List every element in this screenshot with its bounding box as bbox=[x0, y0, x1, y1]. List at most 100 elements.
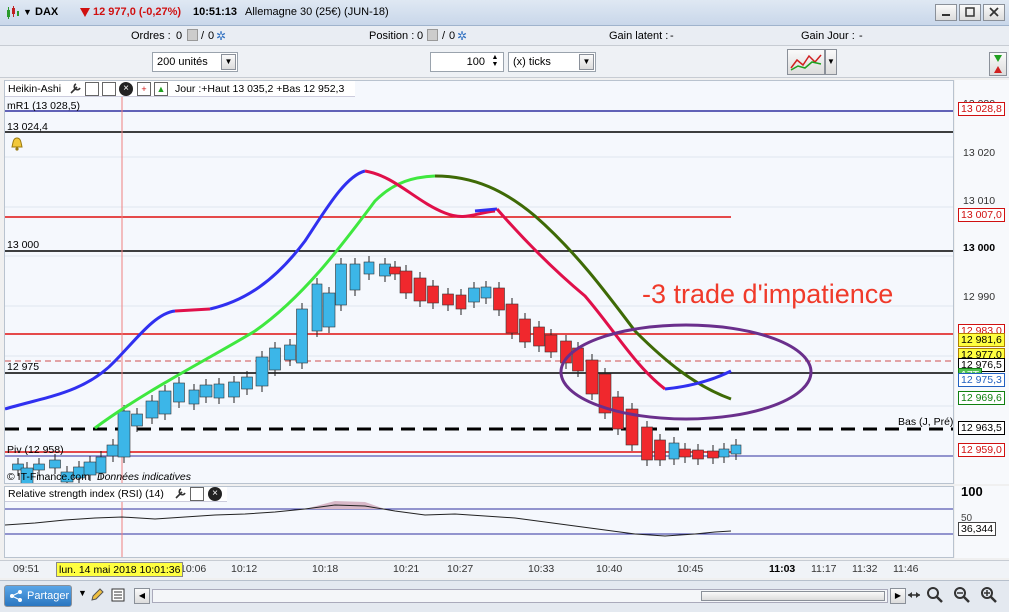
zoom-out-icon[interactable] bbox=[953, 586, 971, 607]
units-value: 200 unités bbox=[157, 56, 208, 68]
arrow-up-icon[interactable]: ▲ bbox=[154, 82, 168, 96]
gear-icon[interactable]: ✲ bbox=[457, 29, 467, 43]
price-tag: 12 969,6 bbox=[958, 391, 1005, 405]
time-axis[interactable]: 09:51 10:06 10:12 10:18 10:21 10:27 10:3… bbox=[0, 560, 1009, 578]
units-select[interactable]: 200 unités ▼ bbox=[152, 52, 238, 72]
fast-ma-up-3 bbox=[474, 207, 498, 213]
candle-body bbox=[173, 382, 185, 403]
fast-ma-up-1 bbox=[5, 309, 176, 411]
position-label: Position : bbox=[369, 30, 415, 42]
x-tick: 10:45 bbox=[677, 563, 704, 575]
order-info-bar: Ordres : 0 / 0 ✲ Position : 0 / 0 ✲ Gain… bbox=[0, 26, 1009, 46]
position-separator: / bbox=[442, 30, 446, 42]
level-12975-label: 12 975 bbox=[7, 361, 40, 373]
pivot-label: Piv (12 958) bbox=[7, 444, 64, 456]
candle-body bbox=[455, 294, 467, 310]
chart-type-label: Heikin-Ashi bbox=[8, 83, 62, 95]
price-tag: 13 007,0 bbox=[958, 208, 1005, 222]
instrument-name[interactable]: DAX bbox=[35, 6, 58, 18]
candle-body bbox=[480, 286, 492, 299]
minimize-button[interactable] bbox=[935, 4, 957, 21]
level-13000-label: 13 000 bbox=[7, 239, 40, 251]
y-tick: 13 020 bbox=[963, 147, 996, 159]
orders-value-2: 0 bbox=[208, 30, 215, 42]
candle-body bbox=[284, 344, 296, 361]
pen-icon[interactable] bbox=[89, 587, 105, 606]
candle-body bbox=[213, 383, 225, 399]
rsi-panel[interactable]: Relative strength index (RSI) (14) × bbox=[4, 486, 954, 558]
latent-gain-label: Gain latent : bbox=[609, 30, 669, 42]
candle-body bbox=[692, 449, 704, 460]
close-button[interactable] bbox=[983, 4, 1005, 21]
bell-icon[interactable] bbox=[9, 136, 25, 155]
remove-icon[interactable]: × bbox=[208, 487, 222, 501]
candle-body bbox=[228, 381, 240, 398]
down-arrow-icon bbox=[80, 6, 90, 21]
list-icon[interactable] bbox=[110, 587, 126, 606]
scroll-right-button[interactable]: ▶ bbox=[890, 588, 906, 604]
price-tag: 13 028,8 bbox=[958, 102, 1005, 116]
rsi-line bbox=[5, 504, 732, 537]
window-icon[interactable] bbox=[190, 487, 204, 501]
candle-body bbox=[533, 326, 545, 347]
candle-body bbox=[131, 413, 143, 427]
zoom-icon[interactable] bbox=[926, 586, 944, 607]
chevron-down-icon[interactable]: ▼ bbox=[579, 54, 594, 70]
y-tick: 12 990 bbox=[963, 291, 996, 303]
orders-separator: / bbox=[201, 30, 205, 42]
restore-icon[interactable] bbox=[102, 82, 116, 96]
scrollbar-thumb[interactable] bbox=[701, 591, 885, 601]
x-tick: 11:17 bbox=[811, 563, 837, 575]
indicator-chart-icon bbox=[788, 54, 824, 77]
scroll-left-button[interactable]: ◀ bbox=[134, 588, 150, 604]
candle-body bbox=[188, 389, 200, 405]
last-price: 12 977,0 (-0,27%) bbox=[93, 6, 182, 18]
remove-icon[interactable]: × bbox=[119, 82, 133, 96]
time-scrollbar[interactable] bbox=[152, 589, 888, 603]
candle-body bbox=[322, 292, 336, 328]
annotation-text: -3 trade d'impatience bbox=[642, 279, 894, 309]
maximize-button[interactable] bbox=[959, 4, 981, 21]
share-label: Partager bbox=[27, 590, 70, 602]
last-time: 10:51:13 bbox=[193, 6, 238, 18]
interval-unit-select[interactable]: (x) ticks ▼ bbox=[508, 52, 596, 72]
price-chart[interactable]: Heikin-Ashi × + ▲ Jour :+Haut 13 035,2 +… bbox=[4, 80, 954, 484]
candle-body bbox=[199, 384, 213, 398]
price-axis[interactable]: 13 030 13 020 13 010 13 000 12 990 13 02… bbox=[955, 80, 1009, 484]
share-icon bbox=[9, 589, 23, 606]
position-value: 0 bbox=[417, 30, 424, 42]
x-tick: 11:32 bbox=[852, 563, 878, 575]
candle-body bbox=[117, 410, 131, 458]
interval-input[interactable]: 100 ▲ ▼ bbox=[430, 52, 504, 72]
annotation-ellipse bbox=[559, 323, 813, 421]
cursor-time-label: lun. 14 mai 2018 10:01:36 bbox=[56, 562, 184, 577]
chevron-down-icon[interactable]: ▼ bbox=[78, 588, 87, 598]
alert-add-icon[interactable]: + bbox=[137, 82, 151, 96]
cancel-orders-icon[interactable] bbox=[187, 29, 198, 41]
candle-body bbox=[718, 448, 730, 458]
wrench-icon[interactable] bbox=[69, 82, 82, 98]
x-tick: 10:33 bbox=[528, 563, 555, 575]
trade-icon[interactable] bbox=[989, 52, 1007, 76]
wrench-icon[interactable] bbox=[174, 487, 187, 503]
share-button[interactable]: Partager bbox=[4, 585, 72, 607]
gear-icon[interactable]: ✲ bbox=[216, 29, 226, 43]
arrows-icon[interactable] bbox=[906, 587, 922, 606]
close-position-icon[interactable] bbox=[427, 29, 438, 41]
chevron-down-icon[interactable]: ▼ bbox=[221, 54, 236, 70]
candle-body bbox=[468, 287, 480, 303]
spinner-icon[interactable]: ▲ ▼ bbox=[489, 54, 501, 70]
contract-name: Allemagne 30 (25€) (JUN-18) bbox=[245, 6, 389, 18]
title-bar: ▼ DAX 12 977,0 (-0,27%) 10:51:13 Allemag… bbox=[0, 0, 1009, 26]
window-icon[interactable] bbox=[85, 82, 99, 96]
mr1-label: mR1 (13 028,5) bbox=[7, 100, 80, 112]
chevron-down-icon[interactable]: ▼ bbox=[23, 7, 32, 17]
x-tick-now: 11:03 bbox=[769, 563, 796, 575]
candle-body bbox=[49, 459, 61, 469]
indicators-button[interactable] bbox=[787, 49, 825, 75]
candle-body bbox=[349, 263, 361, 291]
zoom-in-icon[interactable] bbox=[980, 586, 998, 607]
chevron-down-icon[interactable]: ▼ bbox=[825, 49, 837, 75]
interval-value: 100 bbox=[466, 56, 485, 68]
candle-body bbox=[335, 263, 347, 306]
